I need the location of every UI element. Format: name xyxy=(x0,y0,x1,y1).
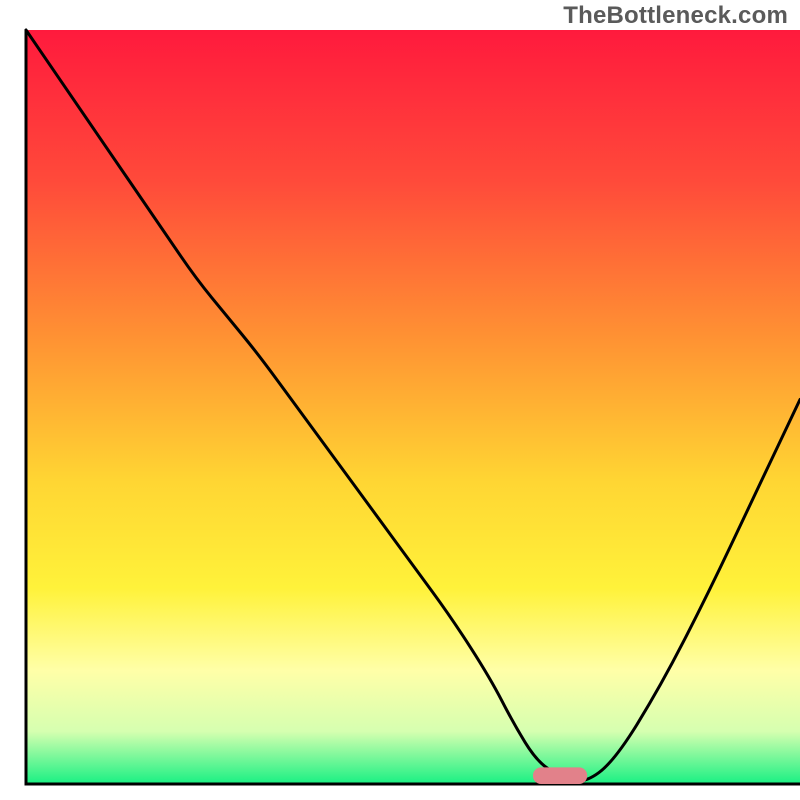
bottleneck-chart xyxy=(0,0,800,800)
plot-background xyxy=(26,30,800,784)
optimum-marker xyxy=(533,767,587,784)
watermark-text: TheBottleneck.com xyxy=(563,2,788,30)
chart-frame: TheBottleneck.com xyxy=(0,0,800,800)
